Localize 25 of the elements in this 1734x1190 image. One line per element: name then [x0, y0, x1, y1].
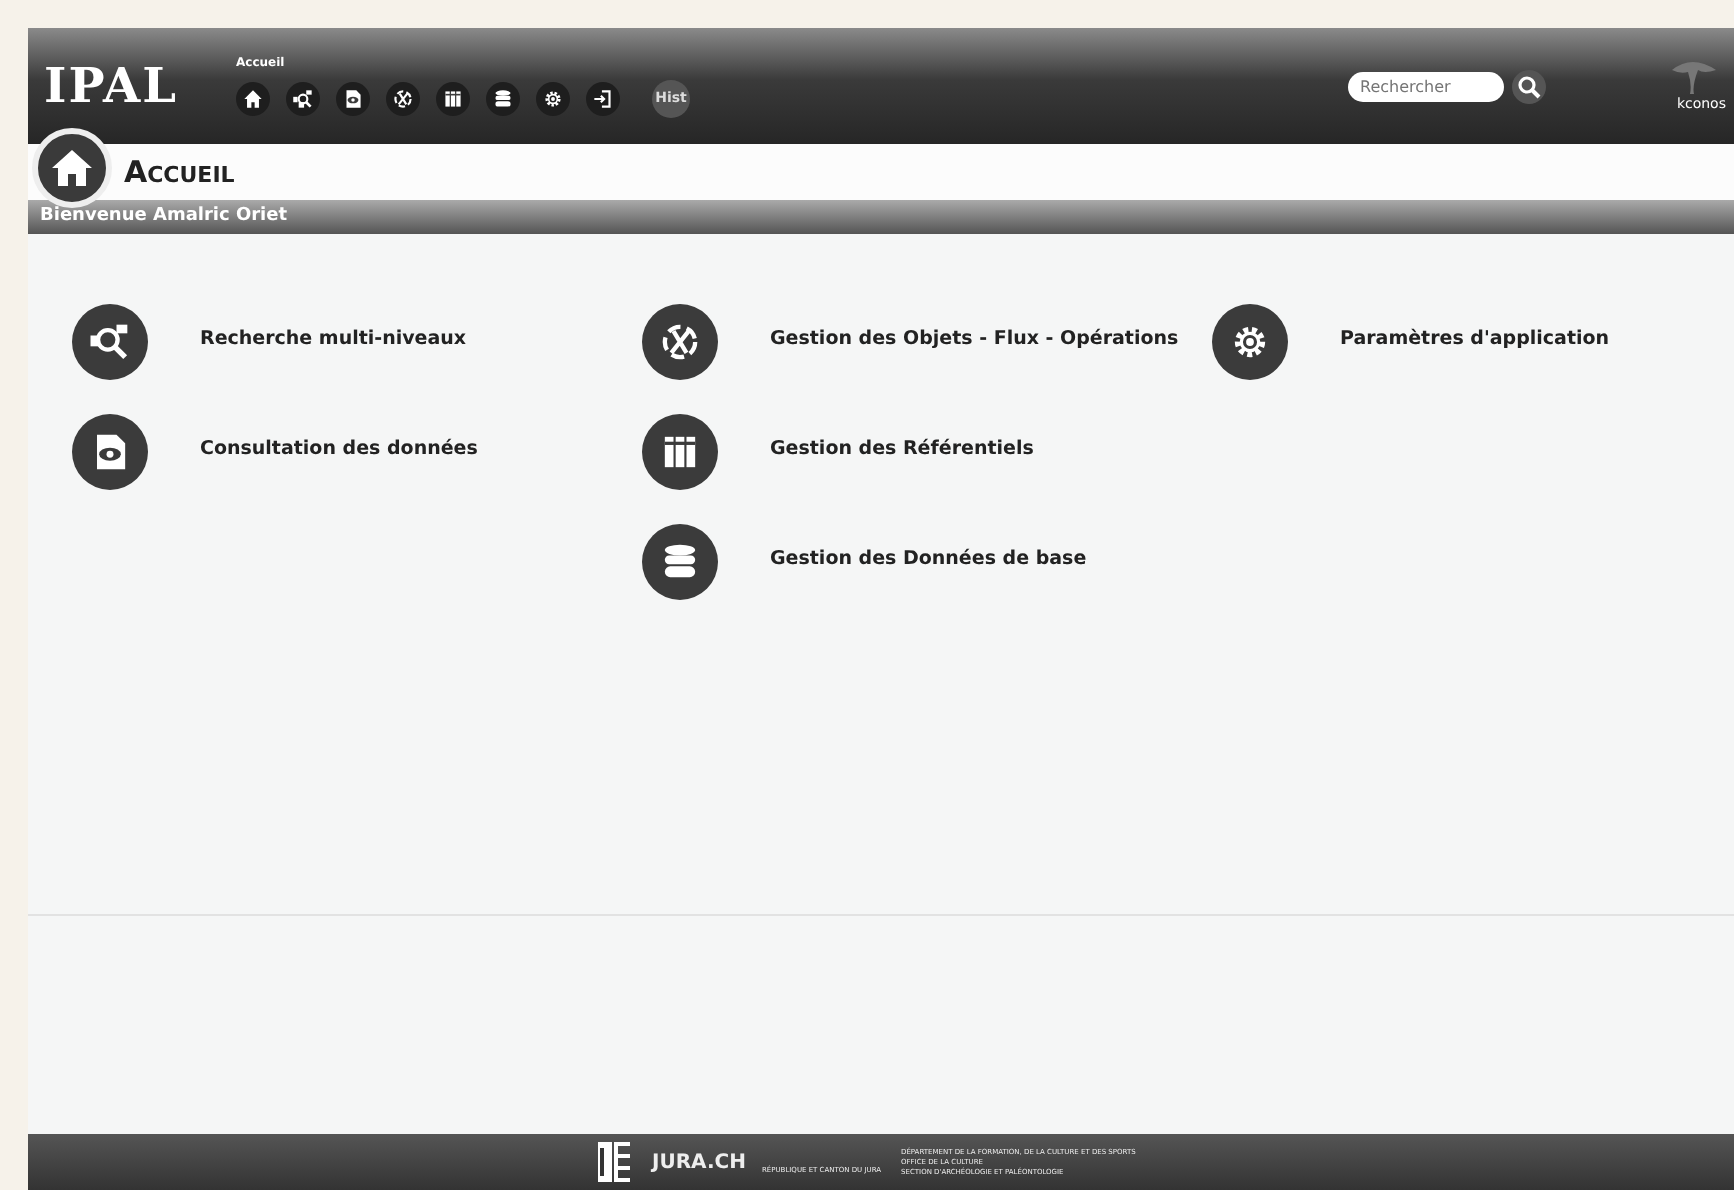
logout-icon[interactable] [586, 82, 620, 116]
module-link[interactable]: Gestion des Données de base [642, 506, 1087, 616]
welcome-bar: Bienvenue Amalric Oriet [28, 200, 1734, 234]
module-link[interactable]: Paramètres d'application [1212, 286, 1610, 396]
database-icon[interactable] [486, 82, 520, 116]
module-link[interactable]: Gestion des Objets - Flux - Opérations [642, 286, 1179, 396]
home-icon[interactable] [236, 82, 270, 116]
settings-icon[interactable] [536, 82, 570, 116]
settings-icon [1212, 303, 1288, 379]
page-title: Accueil [124, 151, 235, 194]
footer-brand: JURA.CH [652, 1149, 746, 1177]
binders-icon[interactable] [436, 82, 470, 116]
document-eye-icon[interactable] [336, 82, 370, 116]
binders-icon [642, 413, 718, 489]
search-icon[interactable] [1512, 69, 1546, 103]
search-field[interactable]: Rechercher [1348, 71, 1504, 101]
search-icon [72, 303, 148, 379]
database-icon [642, 523, 718, 599]
app-logo: IPAL [44, 54, 181, 118]
module-link[interactable]: Recherche multi-niveaux [72, 286, 467, 396]
module-link[interactable]: Consultation des données [72, 396, 478, 506]
network-icon[interactable] [286, 82, 320, 116]
module-link[interactable]: Gestion des Référentiels [642, 396, 1034, 506]
coat-of-arms-icon [596, 1140, 632, 1184]
document-eye-icon [72, 413, 148, 489]
